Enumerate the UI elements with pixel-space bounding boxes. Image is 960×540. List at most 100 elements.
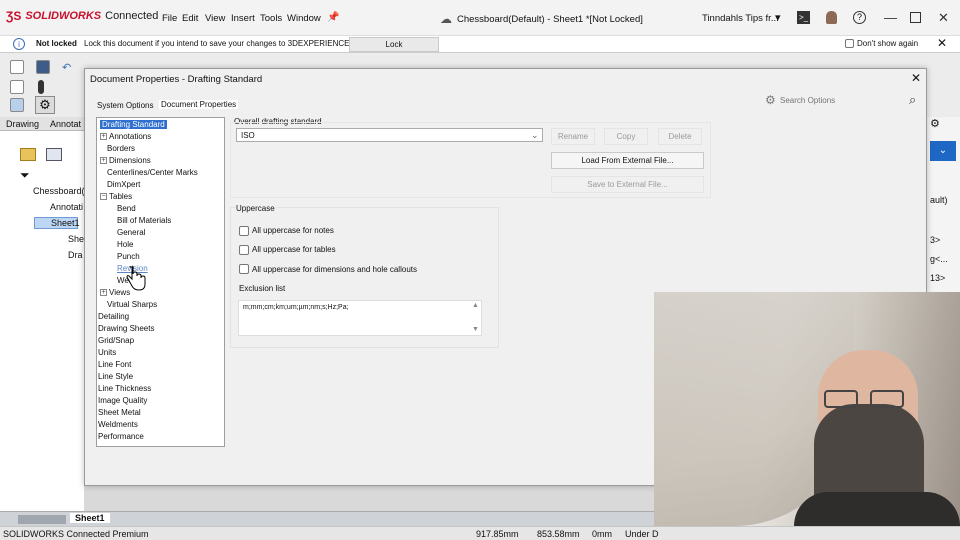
delete-button[interactable]: Delete	[658, 128, 702, 145]
tree-item-line-style[interactable]: Line Style	[98, 371, 133, 382]
menu-edit[interactable]: Edit	[182, 13, 198, 24]
lock-button[interactable]: Lock	[349, 37, 439, 52]
new-icon[interactable]	[10, 80, 24, 94]
undo-icon[interactable]: ↶	[62, 61, 71, 74]
scroll-down-icon[interactable]: ▼	[472, 326, 479, 333]
tree-item-units[interactable]: Units	[98, 347, 116, 358]
search-input[interactable]	[780, 94, 906, 107]
pin-icon[interactable]: 📌	[327, 12, 339, 23]
expand-icon[interactable]: +	[100, 289, 107, 297]
options-gear-icon[interactable]: ⚙	[35, 96, 55, 114]
sheet-tab[interactable]: Sheet1	[70, 513, 110, 523]
tree-item-dimensions[interactable]: + Dimensions	[100, 155, 151, 166]
document-title: ☁ Chessboard(Default) - Sheet1 *[Not Loc…	[440, 12, 643, 26]
tree-item-centerlines-center-marks[interactable]: Centerlines/Center Marks	[107, 167, 198, 178]
minimize-icon[interactable]: —	[884, 10, 897, 25]
menu-insert[interactable]: Insert	[231, 13, 255, 24]
tree-item-dimxpert[interactable]: DimXpert	[107, 179, 140, 190]
tree-item-punch[interactable]: Punch	[117, 251, 140, 262]
tree-root[interactable]: Chessboard(	[33, 186, 85, 196]
tree-item-label: Borders	[107, 144, 136, 153]
expand-icon[interactable]: +	[100, 133, 107, 141]
home-icon[interactable]	[10, 60, 24, 74]
tree-item-drawing-sheets[interactable]: Drawing Sheets	[98, 323, 154, 334]
tab-system-options[interactable]: System Options	[97, 101, 153, 110]
tree-item-virtual-sharps[interactable]: Virtual Sharps	[107, 299, 157, 310]
uppercase-notes-checkbox[interactable]	[239, 226, 249, 236]
help-icon[interactable]: ?	[853, 11, 866, 24]
sheet-nav-icon[interactable]	[18, 515, 66, 524]
menu-view[interactable]: View	[205, 13, 225, 24]
user-tips-dropdown[interactable]: Tinndahls Tips fr...	[702, 13, 779, 24]
filter-icon[interactable]: ⏷	[20, 168, 30, 183]
maximize-icon[interactable]	[910, 12, 921, 23]
tree-item-image-quality[interactable]: Image Quality	[98, 395, 147, 406]
tree-item-general[interactable]: General	[117, 227, 145, 238]
search-options[interactable]: ⚙ ⌕	[765, 92, 925, 108]
status-app-name: SOLIDWORKS Connected Premium	[3, 529, 149, 539]
collapse-chevron-icon[interactable]: ⌄	[930, 141, 956, 161]
tree-item-bill-of-materials[interactable]: Bill of Materials	[117, 215, 171, 226]
close-icon[interactable]: ✕	[938, 10, 949, 26]
tree-item-bend[interactable]: Bend	[117, 203, 136, 214]
tree-item-drafting-standard[interactable]: Drafting Standard	[100, 119, 167, 130]
tree-item-grid-snap[interactable]: Grid/Snap	[98, 335, 134, 346]
uppercase-title: Uppercase	[235, 204, 276, 213]
tree-item-line-font[interactable]: Line Font	[98, 359, 131, 370]
dialog-close-icon[interactable]: ✕	[911, 71, 921, 85]
right-task-pane: ⚙ ⌄ ault) 3> g<... 13>	[925, 117, 960, 292]
tree-item-label: Weldments	[98, 420, 138, 429]
tree-item-line-thickness[interactable]: Line Thickness	[98, 383, 151, 394]
tree-item-tables[interactable]: − Tables	[100, 191, 132, 202]
tree-item-annotations[interactable]: + Annotations	[100, 131, 151, 142]
load-external-button[interactable]: Load From External File...	[551, 152, 704, 169]
user-avatar[interactable]	[826, 11, 837, 24]
options-tree: Drafting Standard + Annotations Borders + Dim…	[96, 117, 225, 447]
tree-item-detailing[interactable]: Detailing	[98, 311, 129, 322]
app-logo: ƷS SOLIDWORKS Connected	[6, 9, 158, 23]
property-icon[interactable]	[46, 148, 62, 161]
uppercase-notes-label: All uppercase for notes	[252, 226, 334, 235]
tab-annotation[interactable]: Annotat	[50, 119, 81, 129]
tree-drawing-view[interactable]: Dra	[68, 250, 83, 260]
menu-window[interactable]: Window	[287, 13, 321, 24]
chevron-down-icon[interactable]: ▾	[775, 11, 781, 24]
rename-button[interactable]: Rename	[551, 128, 595, 145]
exclusion-list-textarea[interactable]: m;mm;cm;km;um;µm;nm;s;Hz;Pa; ▲ ▼	[238, 300, 482, 336]
uppercase-tables-checkbox[interactable]	[239, 245, 249, 255]
command-icon[interactable]: >_	[797, 11, 810, 24]
right-item-1: ault)	[930, 195, 948, 205]
traffic-light-icon[interactable]	[38, 80, 44, 94]
save-external-button[interactable]: Save to External File...	[551, 176, 704, 193]
tree-annotations[interactable]: Annotati	[50, 202, 83, 212]
tree-sheet-format[interactable]: She	[68, 234, 84, 244]
collapse-icon[interactable]: −	[100, 193, 107, 201]
select-icon[interactable]	[10, 98, 24, 112]
tree-item-weldments[interactable]: Weldments	[98, 419, 138, 430]
tree-item-sheet-metal[interactable]: Sheet Metal	[98, 407, 141, 418]
expand-icon[interactable]: +	[100, 157, 107, 165]
tree-item-performance[interactable]: Performance	[98, 431, 144, 442]
close-notification-icon[interactable]: ✕	[937, 36, 947, 50]
dont-show-checkbox[interactable]	[845, 39, 854, 48]
tree-item-borders[interactable]: Borders	[107, 143, 135, 154]
webcam-video	[654, 292, 960, 526]
feature-tree-icon[interactable]	[20, 148, 36, 161]
tab-drawing[interactable]: Drawing	[6, 119, 39, 129]
menu-tools[interactable]: Tools	[260, 13, 282, 24]
tree-sheet1[interactable]: Sheet1	[34, 217, 80, 229]
settings-icon[interactable]: ⚙	[930, 117, 946, 131]
tab-document-properties[interactable]: Document Properties	[159, 100, 239, 109]
uppercase-dims-label: All uppercase for dimensions and hole ca…	[252, 265, 417, 274]
info-icon: i	[13, 38, 25, 50]
scroll-up-icon[interactable]: ▲	[472, 302, 479, 309]
search-icon[interactable]: ⌕	[909, 92, 916, 108]
copy-button[interactable]: Copy	[604, 128, 648, 145]
save-icon[interactable]	[36, 60, 50, 74]
dialog-title: Document Properties - Drafting Standard	[90, 74, 263, 85]
tree-item-label: Annotations	[109, 132, 152, 141]
menu-file[interactable]: File	[162, 13, 177, 24]
tree-item-hole[interactable]: Hole	[117, 239, 133, 250]
uppercase-dims-checkbox[interactable]	[239, 264, 249, 274]
tree-item-label: Bill of Materials	[117, 216, 172, 225]
